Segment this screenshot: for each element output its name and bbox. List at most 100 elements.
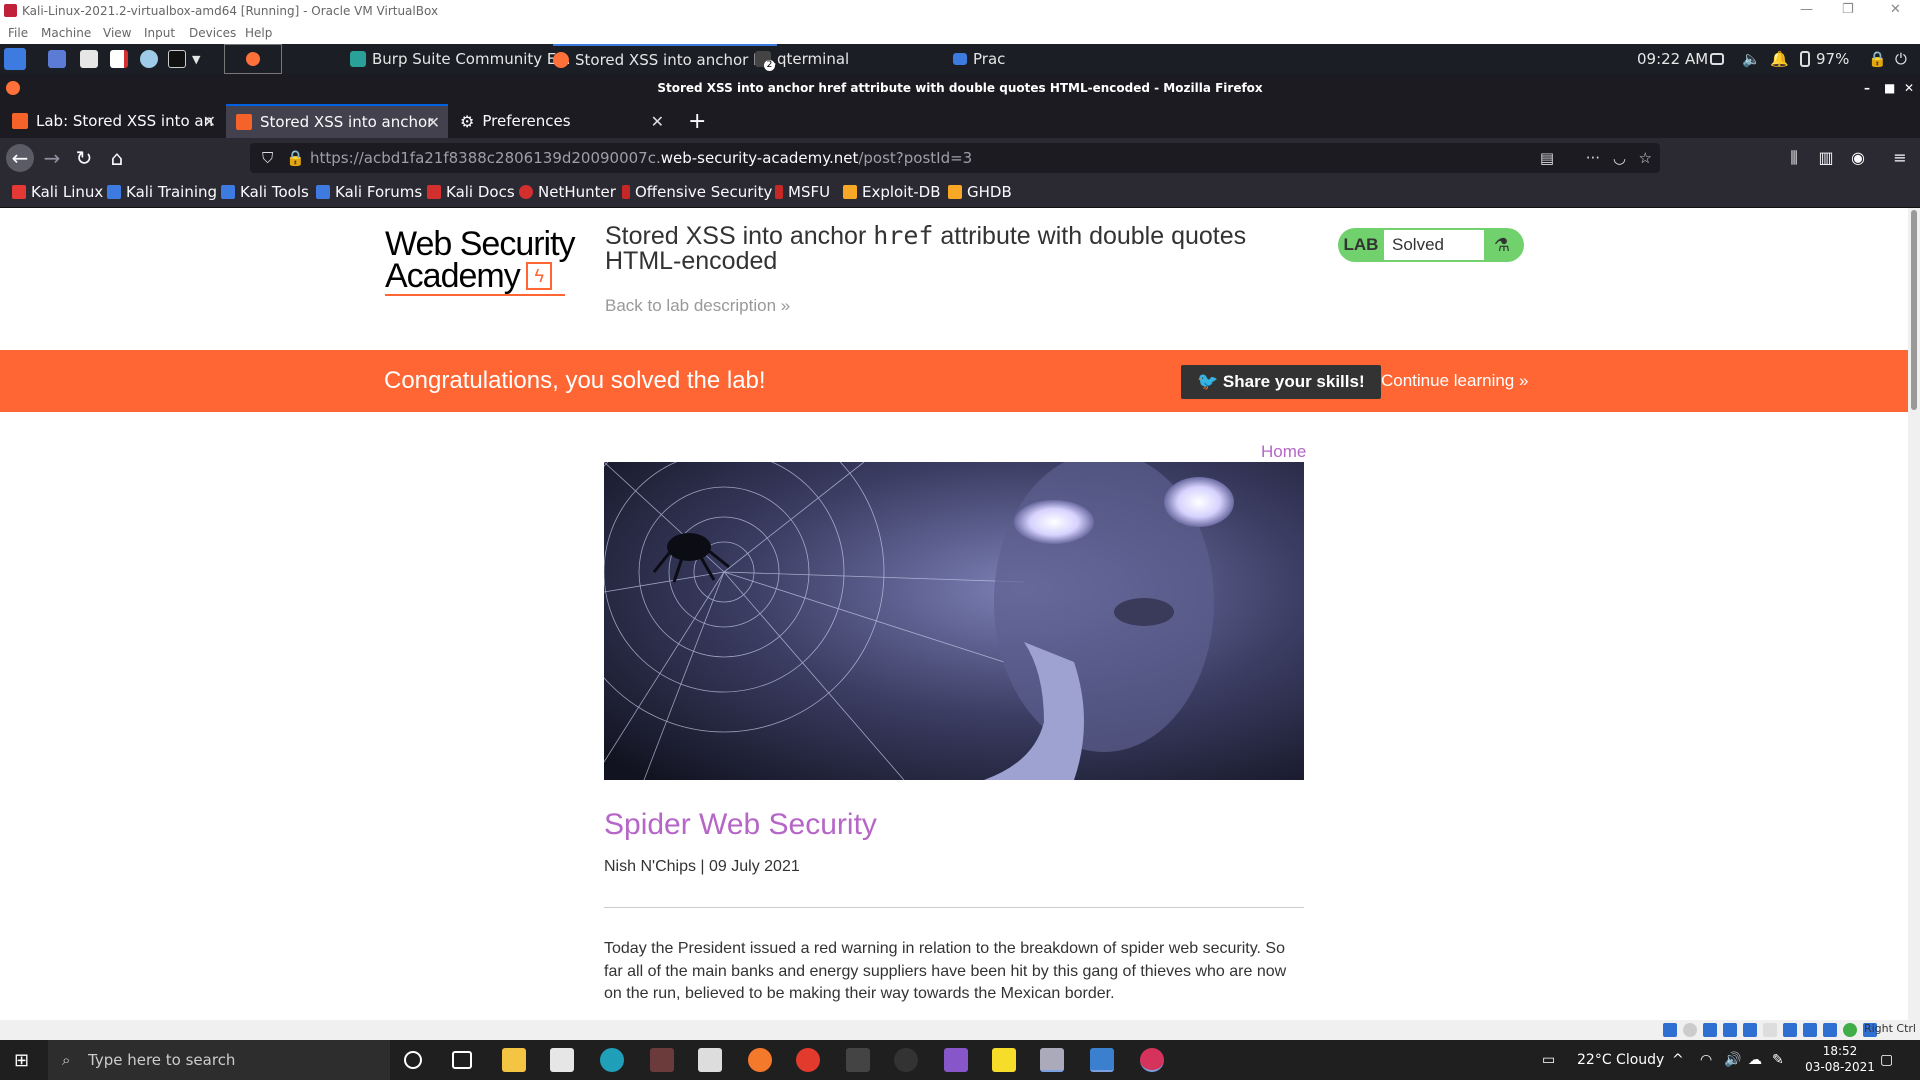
library-icon[interactable]: ⫼ [1780, 144, 1808, 172]
home-link[interactable]: Home [1261, 442, 1306, 462]
kali-menu-button[interactable] [4, 44, 26, 74]
menu-machine[interactable]: Machine [41, 26, 91, 40]
more-actions-icon[interactable]: ··· [1586, 143, 1600, 173]
close-icon[interactable]: ✕ [1904, 74, 1914, 102]
hdd-icon[interactable] [1663, 1023, 1677, 1037]
hamburger-menu-icon[interactable]: ≡ [1886, 144, 1914, 172]
menu-file[interactable]: File [8, 26, 28, 40]
shared-folders-icon[interactable] [1763, 1023, 1777, 1037]
reader-view-icon[interactable]: ▤ [1540, 143, 1554, 173]
chevron-up-icon[interactable]: ^ [1672, 1040, 1684, 1080]
tab-lab-description[interactable]: Lab: Stored XSS into anchor ✕ [2, 104, 224, 138]
pen-icon[interactable]: ✎ [1772, 1040, 1784, 1080]
app-icon[interactable] [650, 1048, 674, 1072]
maximize-icon[interactable]: ■ [1884, 74, 1895, 102]
minimize-icon[interactable]: — [1800, 2, 1813, 17]
scrollbar-thumb[interactable] [1911, 210, 1917, 410]
bookmark-kali-tools[interactable]: Kali Tools [221, 183, 309, 201]
task-qterminal[interactable]: 2 qterminal [755, 44, 849, 74]
guest-additions-icon[interactable] [1843, 1023, 1857, 1037]
tab-preferences[interactable]: ⚙ Preferences ✕ [450, 104, 672, 138]
display-icon[interactable] [1710, 44, 1724, 74]
volume-icon[interactable]: 🔊 [1724, 1040, 1741, 1080]
mail-icon[interactable] [698, 1048, 722, 1072]
continue-learning-link[interactable]: Continue learning » [1381, 371, 1528, 391]
restore-icon[interactable]: ❐ [1842, 2, 1854, 17]
battery-indicator[interactable]: 97% [1800, 44, 1849, 74]
unity-icon[interactable] [846, 1048, 870, 1072]
bookmark-offensive-security[interactable]: Offensive Security [622, 183, 772, 201]
notification-bell-icon[interactable]: 🔔 [1770, 44, 1789, 74]
task-view-icon[interactable] [452, 1051, 472, 1069]
power-icon[interactable]: ⏻ [1895, 44, 1907, 74]
back-to-lab-description-link[interactable]: Back to lab description » [605, 296, 790, 316]
close-tab-icon[interactable]: ✕ [651, 112, 664, 131]
wifi-icon[interactable]: ◠ [1700, 1040, 1712, 1080]
share-skills-button[interactable]: 🐦 Share your skills! [1181, 365, 1381, 399]
pocket-icon[interactable]: ◡ [1613, 143, 1626, 173]
bookmark-kali-docs[interactable]: Kali Docs [427, 183, 515, 201]
reload-button[interactable]: ↻ [70, 144, 98, 172]
visual-studio-icon[interactable] [944, 1048, 968, 1072]
task-burp[interactable]: Burp Suite Community E... [350, 44, 571, 74]
taskbar-search-box[interactable]: ⌕ Type here to search [48, 1040, 390, 1080]
tab-stored-xss[interactable]: Stored XSS into anchor hr ✕ [226, 104, 448, 138]
unreal-icon[interactable] [894, 1048, 918, 1072]
workspace-switcher[interactable] [224, 44, 282, 74]
bookmark-exploit-db[interactable]: Exploit-DB [843, 183, 941, 201]
bookmark-kali-training[interactable]: Kali Training [107, 183, 217, 201]
account-icon[interactable]: ◉ [1844, 144, 1872, 172]
display-icon[interactable] [1783, 1023, 1797, 1037]
virtualbox-icon[interactable] [1090, 1048, 1114, 1072]
menu-help[interactable]: Help [245, 26, 272, 40]
lock-screen-icon[interactable]: 🔒 [1868, 44, 1887, 74]
weather-icon[interactable]: ▭ [1542, 1040, 1555, 1080]
minimize-icon[interactable]: – [1864, 74, 1870, 102]
panel-clock[interactable]: 09:22 AM [1637, 44, 1708, 74]
file-manager-launcher[interactable] [80, 44, 98, 74]
cortana-icon[interactable] [404, 1051, 422, 1069]
onedrive-icon[interactable]: ☁ [1748, 1040, 1762, 1080]
bookmark-kali-linux[interactable]: Kali Linux [12, 183, 103, 201]
home-button[interactable]: ⌂ [103, 144, 131, 172]
volume-icon[interactable]: 🔈 [1742, 44, 1761, 74]
browser-launcher[interactable] [140, 44, 158, 74]
close-tab-icon[interactable]: ✕ [427, 113, 440, 132]
sticky-notes-icon[interactable] [992, 1048, 1016, 1072]
text-editor-launcher[interactable] [110, 44, 128, 74]
windows-start-icon[interactable]: ⊞ [14, 1050, 29, 1071]
task-firefox[interactable]: Stored XSS into anchor h... [553, 44, 777, 74]
new-tab-button[interactable]: + [678, 104, 708, 138]
sidebar-icon[interactable]: ▥ [1812, 144, 1840, 172]
bookmark-kali-forums[interactable]: Kali Forums [316, 183, 422, 201]
forward-button[interactable]: → [38, 144, 66, 172]
bookmark-star-icon[interactable]: ☆ [1639, 143, 1652, 173]
bookmark-msfu[interactable]: MSFU [775, 183, 830, 201]
show-desktop-button[interactable] [48, 44, 66, 74]
file-explorer-icon[interactable] [502, 1048, 526, 1072]
app-icon[interactable] [796, 1048, 820, 1072]
menu-input[interactable]: Input [144, 26, 175, 40]
notification-icon[interactable]: ▢ [1880, 1040, 1893, 1080]
close-tab-icon[interactable]: ✕ [203, 112, 216, 131]
network-icon[interactable] [1723, 1023, 1737, 1037]
audio-icon[interactable] [1703, 1023, 1717, 1037]
store-icon[interactable] [550, 1048, 574, 1072]
optical-drive-icon[interactable] [1683, 1023, 1697, 1037]
cpu-icon[interactable] [1823, 1023, 1837, 1037]
weather-text[interactable]: 22°C Cloudy [1577, 1040, 1664, 1080]
menu-view[interactable]: View [103, 26, 131, 40]
back-button[interactable]: ← [6, 144, 34, 172]
web-security-academy-logo[interactable]: Web Security Academy ϟ [385, 227, 585, 296]
bookmark-ghdb[interactable]: GHDB [948, 183, 1012, 201]
app-icon[interactable] [1140, 1048, 1164, 1072]
bookmark-nethunter[interactable]: NetHunter [519, 183, 616, 201]
app-icon[interactable] [1040, 1048, 1064, 1072]
usb-icon[interactable] [1743, 1023, 1757, 1037]
close-icon[interactable]: ✕ [1890, 2, 1901, 17]
recording-icon[interactable] [1803, 1023, 1817, 1037]
page-scrollbar[interactable] [1908, 208, 1920, 1020]
blender-icon[interactable] [748, 1048, 772, 1072]
terminal-launcher[interactable]: ▼ [168, 44, 200, 74]
menu-devices[interactable]: Devices [189, 26, 236, 40]
